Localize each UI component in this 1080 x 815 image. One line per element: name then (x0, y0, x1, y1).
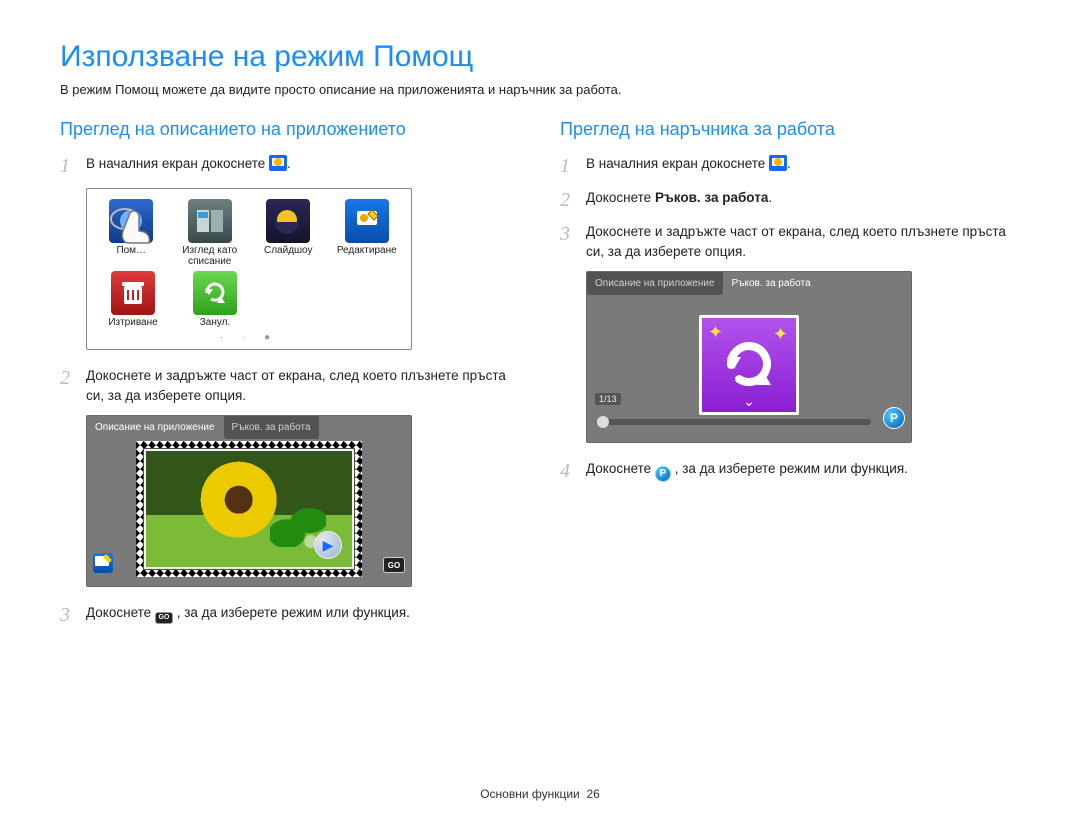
tab-description: Описание на приложение (587, 272, 723, 295)
left-heading: Преглед на описанието на приложението (60, 119, 520, 140)
step-number: 1 (60, 154, 86, 178)
help-app-icon (109, 199, 153, 243)
app-label: Слайдшоу (254, 245, 323, 256)
manual-screenshot: Описание на приложение Ръков. за работа … (586, 271, 912, 443)
step-text: В началния екран докоснете . (586, 154, 791, 178)
photo-frame: ▶ (136, 441, 362, 577)
help-icon (769, 155, 787, 171)
footer: Основни функции 26 (0, 787, 1080, 801)
app-slideshow: Слайдшоу (254, 199, 323, 267)
step-number: 1 (560, 154, 586, 178)
period: . (287, 156, 291, 171)
step-number: 4 (560, 459, 586, 483)
footer-text: Основни функции (480, 787, 580, 801)
play-icon: ▶ (314, 531, 342, 559)
step-text-part: . (768, 190, 772, 205)
app-label: Редактиране (333, 245, 402, 256)
step-text-bold: Ръков. за работа (655, 190, 768, 205)
go-icon: GO (155, 612, 173, 624)
app-label: Изтриване (97, 317, 169, 328)
app-reset: Занул. (179, 271, 251, 328)
page-dots: · · ● (97, 332, 401, 343)
period: . (787, 156, 791, 171)
help-icon (269, 155, 287, 171)
magazine-app-icon (188, 199, 232, 243)
sparkle-icon: ✦ (773, 324, 788, 345)
tab-description: Описание на приложение (87, 416, 223, 439)
description-screenshot: Описание на приложение Ръков. за работа … (86, 415, 412, 587)
step-number: 3 (560, 222, 586, 261)
step-text: Докоснете и задръжте част от екрана, сле… (586, 222, 1020, 261)
app-label: Изглед като списание (176, 245, 245, 267)
refresh-icon (719, 335, 779, 395)
reset-app-icon (193, 271, 237, 315)
app-magazine: Изглед като списание (176, 199, 245, 267)
step-text: В началния екран докоснете . (86, 154, 291, 178)
step-text-part: Докоснете (586, 461, 655, 476)
footer-page: 26 (586, 787, 599, 801)
step-text: Докоснете GO , за да изберете режим или … (86, 603, 410, 627)
right-step-4: 4 Докоснете P , за да изберете режим или… (560, 459, 1020, 483)
p-badge-icon: P (883, 407, 905, 429)
step-text: Докоснете Ръков. за работа. (586, 188, 772, 212)
step-text: Докоснете и задръжте част от екрана, сле… (86, 366, 520, 405)
step-text: Докоснете P , за да изберете режим или ф… (586, 459, 908, 483)
step-text-part: В началния екран докоснете (586, 156, 769, 171)
chevron-down-icon: ⌄ (587, 393, 911, 407)
edit-app-icon (345, 199, 389, 243)
right-step-1: 1 В началния екран докоснете . (560, 154, 1020, 178)
step-number: 2 (560, 188, 586, 212)
slider (597, 419, 871, 425)
page-title: Използване на режим Помощ (60, 40, 1020, 74)
slideshow-app-icon (266, 199, 310, 243)
edit-badge-icon (93, 553, 113, 573)
right-heading: Преглед на наръчника за работа (560, 119, 1020, 140)
tab-manual: Ръков. за работа (224, 416, 319, 439)
step-text-part: Докоснете (586, 190, 655, 205)
finger-icon (105, 201, 165, 251)
step-text-part: В началния екран докоснете (86, 156, 269, 171)
step-text-part: , за да изберете режим или функция. (177, 605, 410, 620)
go-badge-icon: GO (383, 557, 405, 573)
sunflower-photo: ▶ (144, 449, 354, 569)
app-edit: Редактиране (333, 199, 402, 267)
app-delete: Изтриване (97, 271, 169, 328)
delete-app-icon (111, 271, 155, 315)
left-step-2: 2 Докоснете и задръжте част от екрана, с… (60, 366, 520, 405)
right-step-3: 3 Докоснете и задръжте част от екрана, с… (560, 222, 1020, 261)
app-grid-screenshot: Пом… Изглед като списание Слайдшоу Редак… (86, 188, 412, 350)
sparkle-icon: ✦ (708, 322, 723, 343)
step-text-part: Докоснете (86, 605, 155, 620)
tab-manual: Ръков. за работа (724, 272, 819, 295)
right-column: Преглед на наръчника за работа 1 В начал… (560, 119, 1020, 637)
app-help: Пом… (97, 199, 166, 267)
left-step-3: 3 Докоснете GO , за да изберете режим ил… (60, 603, 520, 627)
step-number: 3 (60, 603, 86, 627)
step-number: 2 (60, 366, 86, 405)
left-step-1: 1 В началния екран докоснете . (60, 154, 520, 178)
left-column: Преглед на описанието на приложението 1 … (60, 119, 520, 637)
p-icon: P (655, 466, 671, 482)
right-step-2: 2 Докоснете Ръков. за работа. (560, 188, 1020, 212)
app-label: Занул. (179, 317, 251, 328)
step-text-part: , за да изберете режим или функция. (675, 461, 908, 476)
intro-text: В режим Помощ можете да видите просто оп… (60, 82, 1020, 97)
